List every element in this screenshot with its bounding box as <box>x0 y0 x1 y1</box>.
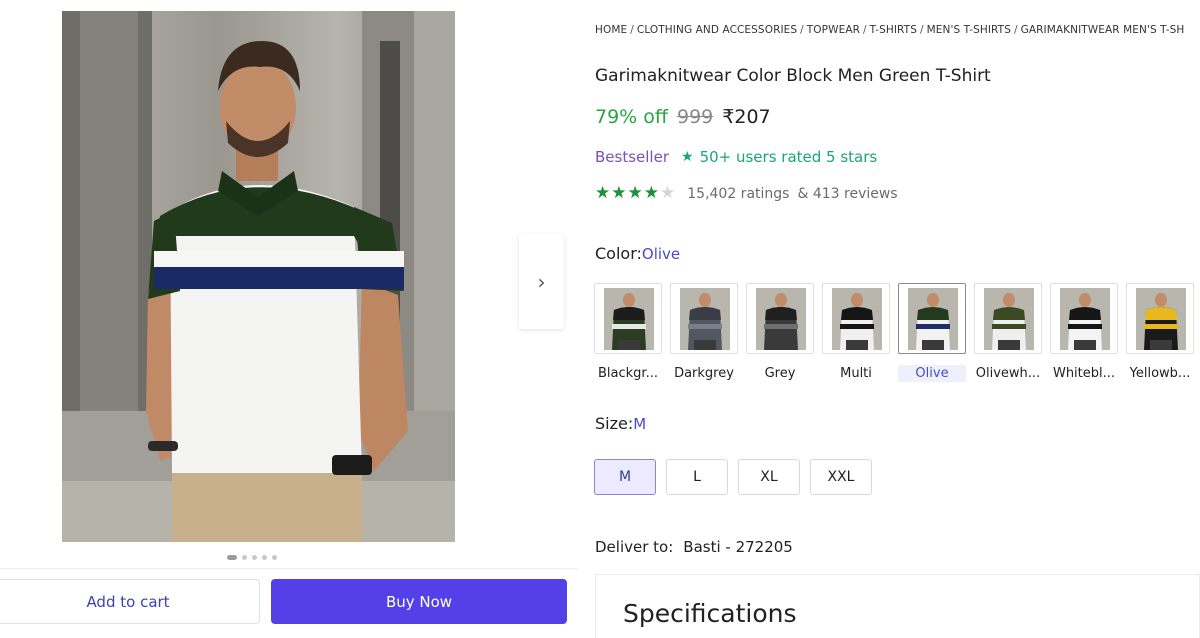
discount-percent: 79% off <box>595 106 668 128</box>
breadcrumb-link[interactable]: HOME <box>595 24 627 36</box>
breadcrumb-link[interactable]: GARIMAKNITWEAR MEN'S T-SH <box>1021 24 1185 36</box>
product-photo <box>62 11 455 542</box>
specifications-card: Specifications <box>595 574 1200 638</box>
color-swatch[interactable] <box>670 283 738 354</box>
reviews-count: & 413 reviews <box>797 185 898 202</box>
color-swatch[interactable] <box>594 283 662 354</box>
swatch-thumbnail <box>756 288 806 350</box>
selling-price: ₹207 <box>722 106 771 128</box>
price-row: 79% off 999 ₹207 <box>595 106 771 128</box>
product-page: › Add to cart Buy Now HOME / CLOTHING AND … <box>0 0 1200 638</box>
action-bar: Add to cart Buy Now <box>0 568 578 638</box>
color-swatch-label: Whitebl... <box>1052 366 1116 381</box>
star-badge-icon: ★ <box>681 149 694 165</box>
product-title: Garimaknitwear Color Block Men Green T-S… <box>595 66 991 86</box>
size-options: M L XL XXL <box>594 459 872 495</box>
original-price: 999 <box>677 106 714 128</box>
swatch-thumbnail <box>908 288 958 350</box>
size-option-button[interactable]: XL <box>738 459 800 495</box>
next-image-button[interactable]: › <box>519 234 564 329</box>
pagination-dot[interactable] <box>242 555 247 560</box>
ratings-count: 15,402 ratings <box>687 185 790 202</box>
delivery-row[interactable]: Deliver to: Basti - 272205 <box>595 538 793 556</box>
breadcrumb-link[interactable]: TOPWEAR <box>807 24 860 36</box>
size-option-button[interactable]: XXL <box>810 459 872 495</box>
add-to-cart-button[interactable]: Add to cart <box>0 579 260 624</box>
pagination-dot[interactable] <box>252 555 257 560</box>
size-option-button[interactable]: L <box>666 459 728 495</box>
chevron-right-icon: › <box>537 269 546 294</box>
breadcrumb-separator: / <box>919 24 924 36</box>
selected-color-value: Olive <box>641 245 681 263</box>
breadcrumb-separator: / <box>863 24 867 36</box>
bestseller-badge: Bestseller <box>595 148 669 166</box>
breadcrumb: HOME / CLOTHING AND ACCESSORIES / TOPWEAR / T-… <box>595 24 1200 36</box>
buy-now-button[interactable]: Buy Now <box>271 579 567 624</box>
breadcrumb-separator: / <box>800 24 804 36</box>
color-swatch-label: Blackgr... <box>598 366 658 381</box>
pagination-dot[interactable] <box>227 555 237 560</box>
rating-stars: ★ ★ ★ ★ ★ <box>595 185 675 202</box>
color-swatch[interactable] <box>898 283 966 354</box>
breadcrumb-link[interactable]: T-SHIRTS <box>870 24 917 36</box>
breadcrumb-link[interactable]: MEN'S T-SHIRTS <box>927 24 1011 36</box>
color-swatch[interactable] <box>822 283 890 354</box>
product-main-image[interactable] <box>62 11 455 542</box>
color-swatch-label: Darkgrey <box>674 366 734 381</box>
swatch-thumbnail <box>1136 288 1186 350</box>
star-empty-icon: ★ <box>660 183 676 203</box>
breadcrumb-link[interactable]: CLOTHING AND ACCESSORIES <box>637 24 797 36</box>
swatch-thumbnail <box>832 288 882 350</box>
size-label: Size:M <box>595 414 646 433</box>
color-label-text: Color: <box>595 244 642 263</box>
color-swatch-label: Olive <box>898 365 966 382</box>
rated-badge-text: 50+ users rated 5 stars <box>699 148 878 166</box>
star-filled-icon: ★ <box>611 183 627 203</box>
image-pagination-dots <box>227 555 277 560</box>
color-swatch[interactable] <box>974 283 1042 354</box>
delivery-location: Basti - 272205 <box>683 538 793 556</box>
breadcrumb-separator: / <box>630 24 634 36</box>
breadcrumb-separator: / <box>1013 24 1018 36</box>
swatch-thumbnail <box>1060 288 1110 350</box>
pagination-dot[interactable] <box>272 555 277 560</box>
color-swatch[interactable] <box>1050 283 1118 354</box>
color-label: Color:Olive <box>595 244 680 263</box>
swatch-thumbnail <box>984 288 1034 350</box>
color-swatch-label: Olivewh... <box>975 366 1041 381</box>
swatch-thumbnail <box>680 288 730 350</box>
star-filled-icon: ★ <box>643 183 659 203</box>
color-swatch-label: Grey <box>764 366 796 381</box>
color-swatch-label: Multi <box>840 366 872 381</box>
badge-row: Bestseller ★ 50+ users rated 5 stars <box>595 148 877 166</box>
selected-size-value: M <box>633 415 647 433</box>
specifications-title: Specifications <box>623 599 797 628</box>
color-swatch[interactable] <box>746 283 814 354</box>
star-filled-icon: ★ <box>627 183 643 203</box>
deliver-label: Deliver to: <box>595 538 674 556</box>
color-swatch-label: Yellowb... <box>1129 366 1191 381</box>
size-option-button[interactable]: M <box>594 459 656 495</box>
rating-row[interactable]: ★ ★ ★ ★ ★ 15,402 ratings & 413 reviews <box>595 185 898 202</box>
pagination-dot[interactable] <box>262 555 267 560</box>
color-swatch[interactable] <box>1126 283 1194 354</box>
star-filled-icon: ★ <box>595 183 611 203</box>
swatch-thumbnail <box>604 288 654 350</box>
size-label-text: Size: <box>595 414 634 433</box>
